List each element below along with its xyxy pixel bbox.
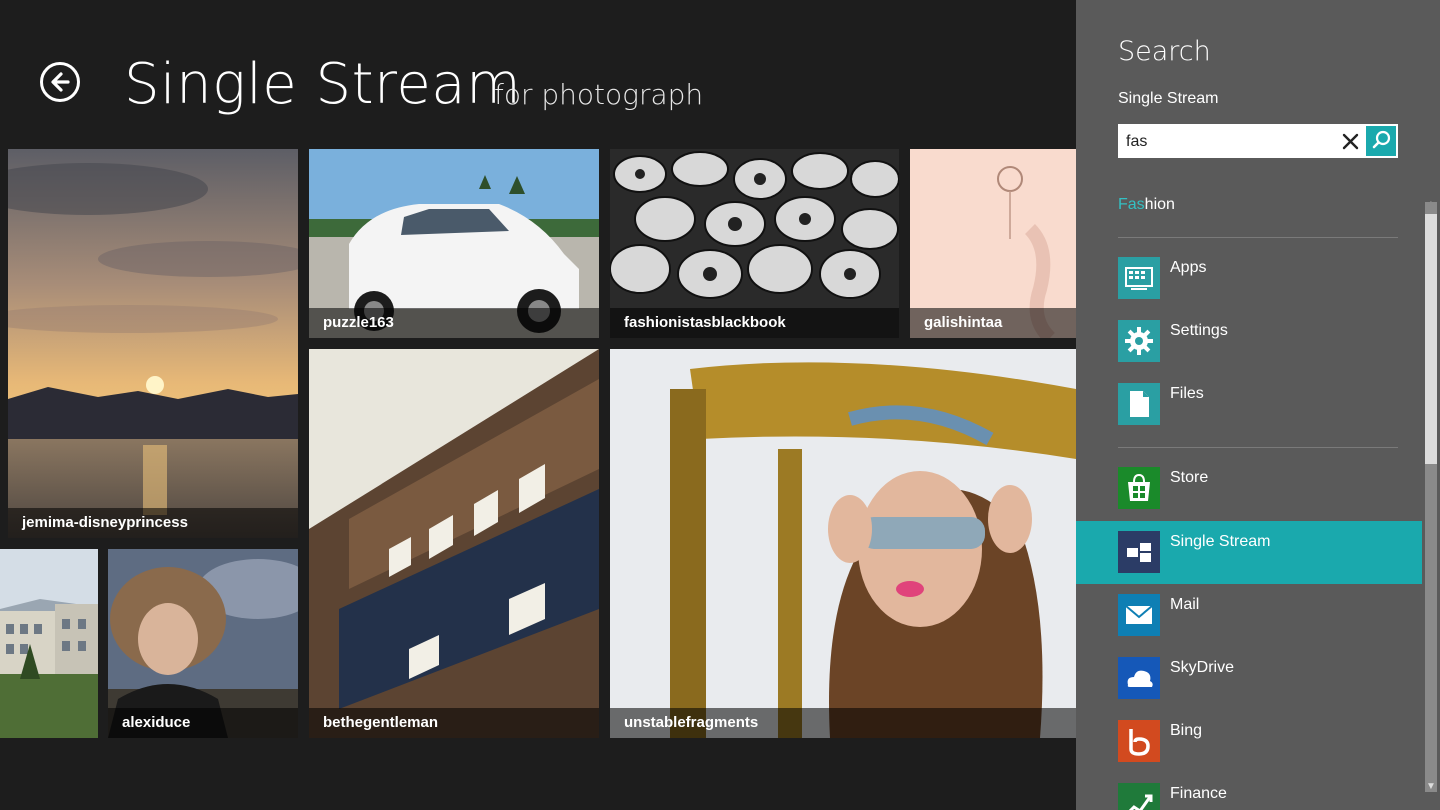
search-icon xyxy=(1372,130,1391,149)
search-target-store[interactable]: Store xyxy=(1076,457,1422,520)
app-canvas: Single Stream for photograph jemima-disn… xyxy=(0,0,1076,810)
search-charm: Search Single Stream Fashion Apps Settin… xyxy=(1076,0,1440,810)
photo-tile[interactable]: jemima-disneyprincess xyxy=(8,149,298,538)
close-icon xyxy=(1342,133,1359,150)
search-target-label: Finance xyxy=(1170,785,1227,802)
bing-icon xyxy=(1118,720,1160,762)
tile-caption: puzzle163 xyxy=(309,308,599,338)
page-title: Single Stream xyxy=(124,52,522,117)
tile-caption: unstablefragments xyxy=(610,708,1076,738)
finance-icon xyxy=(1118,783,1160,810)
file-icon xyxy=(1118,383,1160,425)
photo-graffiti xyxy=(309,349,599,738)
photo-tile[interactable]: galishintaa xyxy=(910,149,1076,338)
photo-tile[interactable]: bethegentleman xyxy=(309,349,599,738)
search-target-label: Bing xyxy=(1170,722,1203,739)
search-target-mail[interactable]: Mail xyxy=(1076,584,1422,647)
search-submit-button[interactable] xyxy=(1366,126,1396,156)
page-subtitle: for photograph xyxy=(494,78,704,111)
tile-caption: galishintaa xyxy=(910,308,1076,338)
search-target-label: Single Stream xyxy=(1170,533,1271,550)
search-target-apps[interactable]: Apps xyxy=(1076,247,1422,310)
search-target-skydrive[interactable]: SkyDrive xyxy=(1076,647,1422,710)
photo-tile[interactable]: puzzle163 xyxy=(309,149,599,338)
photo-tile[interactable]: fashionistasblackbook xyxy=(610,149,899,338)
search-target-bing[interactable]: Bing xyxy=(1076,710,1422,773)
tile-caption: jemima-disneyprincess xyxy=(8,508,298,538)
search-target-label: SkyDrive xyxy=(1170,659,1235,676)
photo-tile[interactable]: alexiduce xyxy=(108,549,298,738)
apps-icon xyxy=(1118,257,1160,299)
photo-tile[interactable]: unstablefragments xyxy=(610,349,1076,738)
search-target-settings[interactable]: Settings xyxy=(1076,310,1422,373)
search-suggestion[interactable]: Fashion xyxy=(1118,196,1175,214)
search-target-label: Files xyxy=(1170,385,1204,402)
clear-search-button[interactable] xyxy=(1338,129,1364,155)
search-scope[interactable]: Single Stream xyxy=(1118,90,1219,108)
search-charm-title: Search xyxy=(1118,36,1211,67)
store-icon xyxy=(1118,467,1160,509)
suggestion-rest: hion xyxy=(1144,196,1175,213)
divider xyxy=(1118,237,1398,238)
divider xyxy=(1118,447,1398,448)
back-button[interactable] xyxy=(40,62,80,102)
search-target-files[interactable]: Files xyxy=(1076,373,1422,436)
search-box xyxy=(1118,124,1398,158)
photo-sunset xyxy=(8,149,298,538)
photo-sunglasses xyxy=(610,349,1076,738)
search-target-label: Settings xyxy=(1170,322,1228,339)
search-target-finance[interactable]: Finance xyxy=(1076,773,1422,810)
suggestion-match: Fas xyxy=(1118,196,1145,213)
scroll-down-icon[interactable]: ▼ xyxy=(1425,780,1437,794)
single-stream-icon xyxy=(1118,531,1160,573)
search-target-label: Mail xyxy=(1170,596,1200,613)
scrollbar[interactable]: ▲ ▼ xyxy=(1422,184,1440,810)
mail-icon xyxy=(1118,594,1160,636)
cloud-icon xyxy=(1118,657,1160,699)
photo-buildings xyxy=(0,549,98,738)
scroll-thumb[interactable] xyxy=(1425,214,1437,464)
search-input[interactable] xyxy=(1126,130,1336,154)
tile-caption: fashionistasblackbook xyxy=(610,308,899,338)
back-arrow-icon xyxy=(51,72,70,92)
tile-caption: bethegentleman xyxy=(309,708,599,738)
search-target-label: Store xyxy=(1170,469,1209,486)
tile-caption: alexiduce xyxy=(108,708,298,738)
search-target-label: Apps xyxy=(1170,259,1207,276)
search-target-single-stream[interactable]: Single Stream xyxy=(1076,521,1422,584)
photo-tile[interactable] xyxy=(0,549,98,738)
gear-icon xyxy=(1118,320,1160,362)
